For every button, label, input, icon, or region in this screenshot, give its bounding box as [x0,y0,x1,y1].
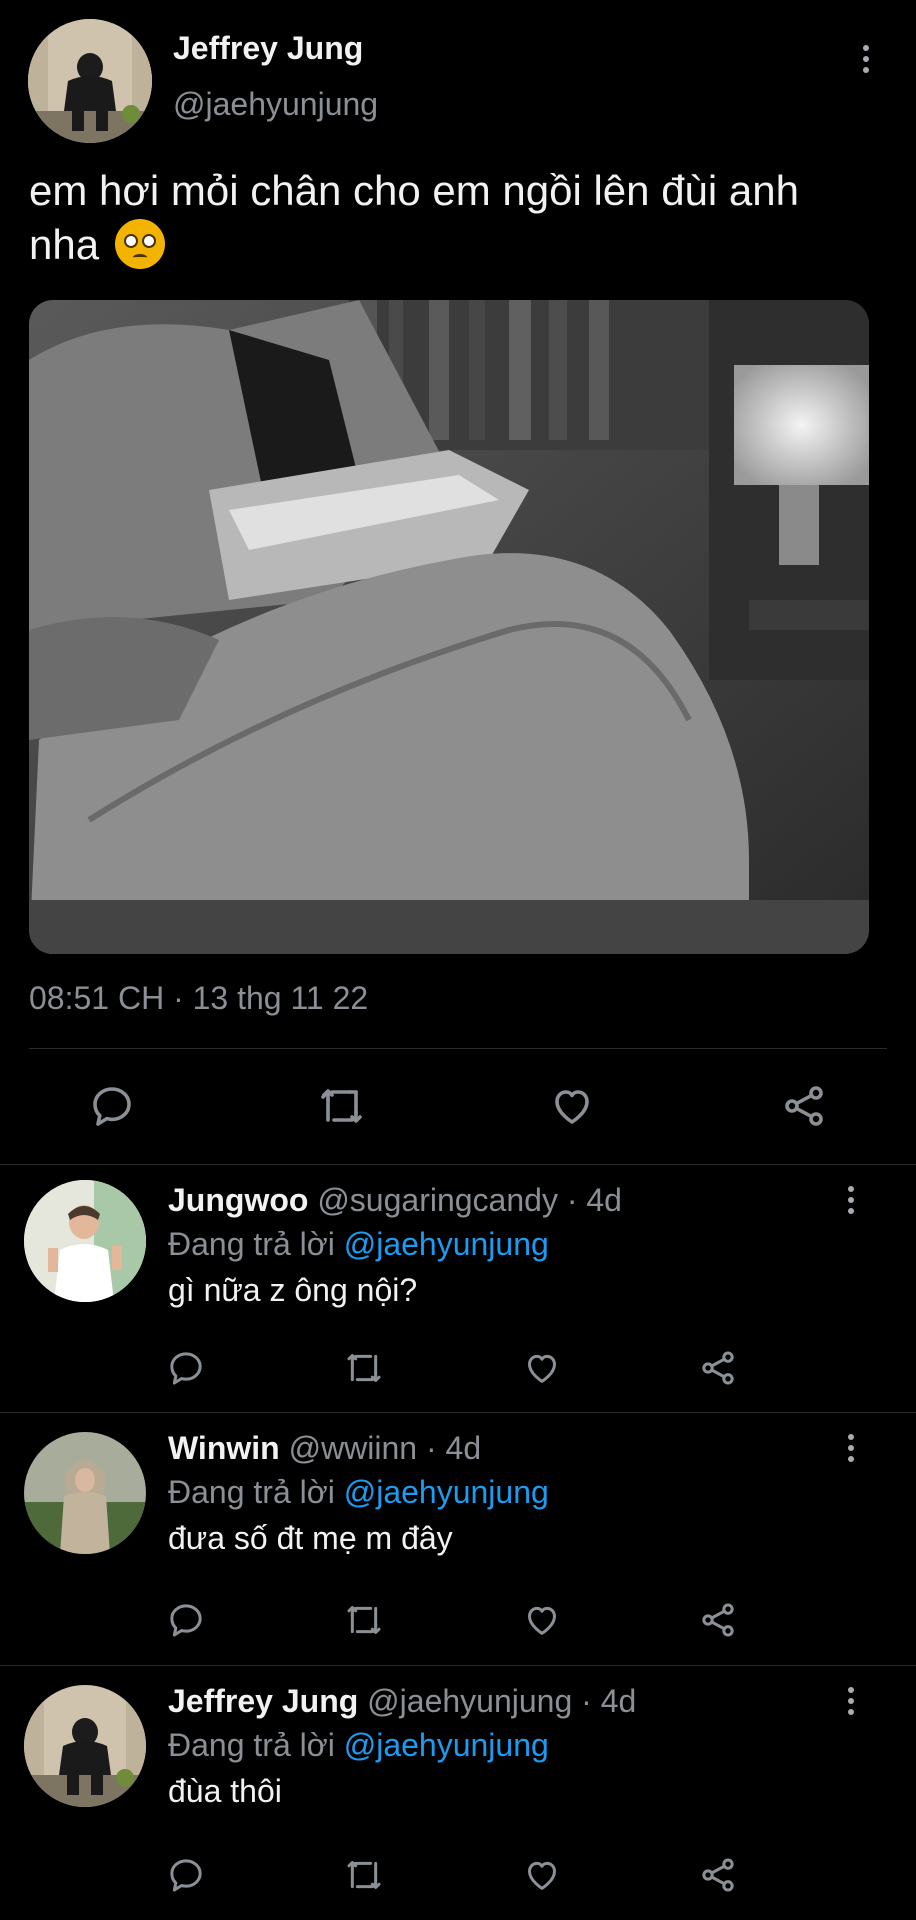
reply-icon[interactable] [88,1082,136,1130]
like-icon[interactable] [522,1600,562,1640]
share-icon[interactable] [780,1082,828,1130]
reply-header: Jungwoo @sugaringcandy · 4d [168,1182,622,1219]
retweet-icon[interactable] [344,1348,384,1388]
like-icon[interactable] [548,1082,596,1130]
reply-author-handle[interactable]: @sugaringcandy [317,1182,558,1218]
like-icon[interactable] [522,1348,562,1388]
reply-author-name[interactable]: Jeffrey Jung [168,1683,358,1719]
replying-to: Đang trả lời @jaehyunjung [168,1474,549,1511]
tweet-text: em hơi mỏi chân cho em ngồi lên đùi anh … [29,164,849,272]
reply-header: Jeffrey Jung @jaehyunjung · 4d [168,1683,636,1720]
replying-to-label: Đang trả lời [168,1226,335,1262]
reply-icon[interactable] [166,1348,206,1388]
more-options-icon[interactable] [848,1687,854,1715]
replying-to-label: Đang trả lời [168,1474,335,1510]
replying-to-label: Đang trả lời [168,1727,335,1763]
reply-tweet[interactable]: Winwin @wwiinn · 4d Đang trả lời @jaehyu… [0,1412,916,1665]
tweet-timestamp[interactable]: 08:51 CH · 13 thg 11 22 [29,980,368,1017]
author-avatar[interactable] [28,19,152,143]
more-options-icon[interactable] [863,45,869,73]
retweet-icon[interactable] [344,1855,384,1895]
reply-avatar[interactable] [24,1180,146,1302]
reply-icon[interactable] [166,1855,206,1895]
retweet-icon[interactable] [318,1082,366,1130]
reply-header: Winwin @wwiinn · 4d [168,1430,481,1467]
replying-to-mention[interactable]: @jaehyunjung [344,1727,549,1763]
reply-author-handle[interactable]: @wwiinn [289,1430,418,1466]
pleading-face-icon [114,219,165,269]
reply-time: · 4d [566,1182,622,1218]
share-icon[interactable] [698,1600,738,1640]
author-name[interactable]: Jeffrey Jung [173,30,363,67]
reply-icon[interactable] [166,1600,206,1640]
divider [29,1048,887,1049]
reply-avatar[interactable] [24,1685,146,1807]
replying-to: Đang trả lời @jaehyunjung [168,1226,549,1263]
main-tweet: Jeffrey Jung @jaehyunjung em hơi mỏi châ… [0,0,916,1164]
reply-avatar[interactable] [24,1432,146,1554]
reply-author-handle[interactable]: @jaehyunjung [367,1683,572,1719]
reply-time: · 4d [581,1683,637,1719]
reply-author-name[interactable]: Jungwoo [168,1182,308,1218]
retweet-icon[interactable] [344,1600,384,1640]
replying-to: Đang trả lời @jaehyunjung [168,1727,549,1764]
share-icon[interactable] [698,1348,738,1388]
like-icon[interactable] [522,1855,562,1895]
reply-tweet[interactable]: Jungwoo @sugaringcandy · 4d Đang trả lời… [0,1164,916,1412]
reply-time: · 4d [425,1430,482,1466]
reply-text: đùa thôi [168,1773,282,1809]
author-handle[interactable]: @jaehyunjung [173,86,378,123]
more-options-icon[interactable] [848,1186,854,1214]
more-options-icon[interactable] [848,1434,854,1462]
replying-to-mention[interactable]: @jaehyunjung [344,1474,549,1510]
share-icon[interactable] [698,1855,738,1895]
reply-text: đưa số đt mẹ m đây [168,1520,453,1556]
reply-text: gì nữa z ông nội? [168,1272,418,1308]
reply-author-name[interactable]: Winwin [168,1430,280,1466]
reply-tweet[interactable]: Jeffrey Jung @jaehyunjung · 4d Đang trả … [0,1665,916,1920]
replying-to-mention[interactable]: @jaehyunjung [344,1226,549,1262]
tweet-photo[interactable] [29,300,869,954]
